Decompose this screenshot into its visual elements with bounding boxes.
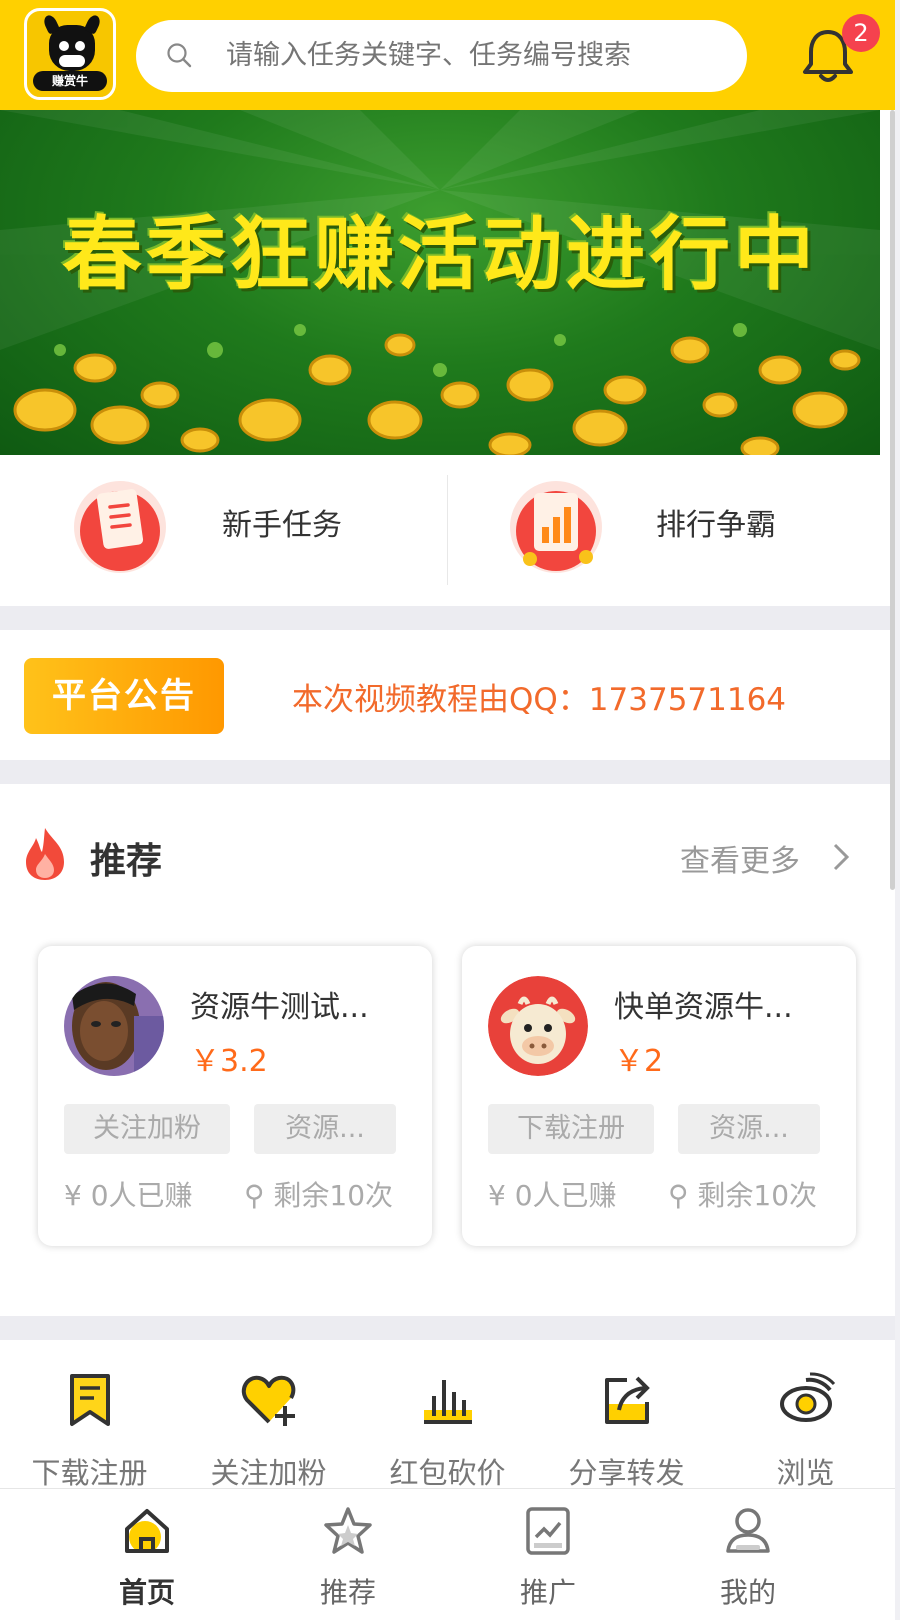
yuan-icon: ¥ (64, 1179, 91, 1212)
tab-recommend[interactable]: 推荐 (248, 1489, 448, 1620)
cow-avatar (488, 976, 588, 1076)
share-forward-icon (605, 1376, 650, 1424)
recommend-title: 推荐 (90, 841, 163, 882)
earned-count: 0人已赚 (90, 1179, 193, 1212)
bargain-chart-icon (424, 1380, 472, 1424)
search-icon (167, 43, 192, 68)
top-header: 赚赏牛 2 (0, 0, 895, 110)
task-title: 快单资源牛... (614, 990, 793, 1025)
quick-entry-ranking[interactable]: 排行争霸 (448, 455, 895, 605)
category-label: 关注加粉 (210, 1456, 327, 1490)
tab-label: 推荐 (319, 1576, 376, 1609)
tab-promote[interactable]: 推广 (448, 1489, 648, 1620)
follow-heart-icon (241, 1375, 296, 1426)
tab-home[interactable]: 首页 (47, 1489, 247, 1620)
app-page: 赚赏牛 2 春季狂赚活动进行中 (0, 0, 895, 1620)
remaining-count: 剩余10次 (697, 1179, 818, 1212)
category-share[interactable]: 分享转发 (537, 1340, 716, 1490)
recommend-section: 推荐 查看更多 资源牛测试... ￥3.2 关注加粉 资源... ¥ 0人已赚 … (0, 784, 895, 1314)
platform-notice[interactable]: 平台公告 本次视频教程由QQ：1737571164 (0, 630, 895, 760)
section-gap (0, 760, 895, 784)
task-tag: 关注加粉 (64, 1104, 230, 1154)
earned-count: 0人已赚 (514, 1179, 617, 1212)
user-icon (726, 1508, 770, 1553)
notice-tag: 平台公告 (24, 658, 224, 734)
person-icon: ⚲ (668, 1179, 698, 1212)
task-card[interactable]: 资源牛测试... ￥3.2 关注加粉 资源... ¥ 0人已赚 ⚲ 剩余10次 (38, 946, 432, 1246)
earned-info: ¥ 0人已赚 (488, 1174, 617, 1214)
task-tag: 资源... (678, 1104, 820, 1154)
section-gap (0, 1316, 895, 1340)
tab-mine[interactable]: 我的 (648, 1489, 848, 1620)
category-label: 浏览 (776, 1456, 835, 1490)
task-card[interactable]: 快单资源牛... ￥2 下载注册 资源... ¥ 0人已赚 ⚲ 剩余10次 (462, 946, 856, 1246)
newbie-task-icon (74, 481, 166, 573)
category-bargain[interactable]: 红包砍价 (358, 1340, 537, 1490)
chevron-right-icon (833, 843, 850, 871)
fire-icon (26, 828, 64, 880)
search-input[interactable] (226, 20, 726, 92)
category-grid: 下载注册 关注加粉 红包砍价 分享转发 浏览 (0, 1340, 895, 1490)
quick-entry-newbie[interactable]: 新手任务 (0, 455, 447, 605)
view-more-label: 查看更多 (680, 844, 800, 879)
bottom-tab-bar: 首页 推荐 推广 我的 (0, 1488, 895, 1620)
logo-text: 赚赏牛 (33, 71, 107, 91)
section-gap (0, 606, 895, 630)
category-label: 红包砍价 (389, 1456, 506, 1490)
search-bar[interactable] (136, 20, 747, 92)
star-icon (324, 1507, 372, 1554)
remaining-count: 剩余10次 (273, 1179, 394, 1212)
home-icon (125, 1509, 169, 1553)
tab-label: 我的 (719, 1576, 776, 1609)
task-tag: 下载注册 (488, 1104, 654, 1154)
earned-info: ¥ 0人已赚 (64, 1174, 193, 1214)
banner-title: 春季狂赚活动进行中 (62, 208, 818, 301)
scrollbar[interactable] (890, 110, 895, 890)
notification-badge: 2 (842, 14, 880, 52)
quick-entries: 新手任务 排行争霸 (0, 455, 895, 605)
category-download-register[interactable]: 下载注册 (0, 1340, 179, 1490)
remaining-info: ⚲ 剩余10次 (244, 1174, 393, 1214)
category-label: 分享转发 (568, 1456, 685, 1490)
task-price: ￥2 (614, 1044, 664, 1079)
view-more-link[interactable]: 查看更多 (680, 824, 860, 884)
promote-icon (526, 1507, 570, 1555)
browse-eye-icon (780, 1372, 836, 1422)
person-icon: ⚲ (244, 1179, 274, 1212)
cow-logo-icon (49, 25, 95, 71)
ranking-icon (510, 481, 602, 573)
tab-label: 首页 (118, 1576, 175, 1609)
gold-coins-decoration (13, 323, 861, 455)
task-tag: 资源... (254, 1104, 396, 1154)
category-label: 下载注册 (31, 1456, 148, 1490)
promo-banner[interactable]: 春季狂赚活动进行中 (0, 110, 880, 455)
quick-entry-label: 新手任务 (222, 508, 342, 543)
category-follow[interactable]: 关注加粉 (179, 1340, 358, 1490)
task-price: ￥3.2 (190, 1044, 268, 1079)
quick-entry-label: 排行争霸 (656, 508, 776, 543)
yuan-icon: ¥ (488, 1179, 515, 1212)
portrait-avatar (64, 976, 164, 1076)
task-title: 资源牛测试... (190, 990, 369, 1025)
download-register-icon (70, 1374, 110, 1426)
app-logo[interactable]: 赚赏牛 (24, 8, 116, 100)
notice-text: 本次视频教程由QQ：1737571164 (292, 682, 787, 718)
tab-label: 推广 (519, 1576, 576, 1609)
category-browse[interactable]: 浏览 (716, 1340, 895, 1490)
remaining-info: ⚲ 剩余10次 (668, 1174, 817, 1214)
